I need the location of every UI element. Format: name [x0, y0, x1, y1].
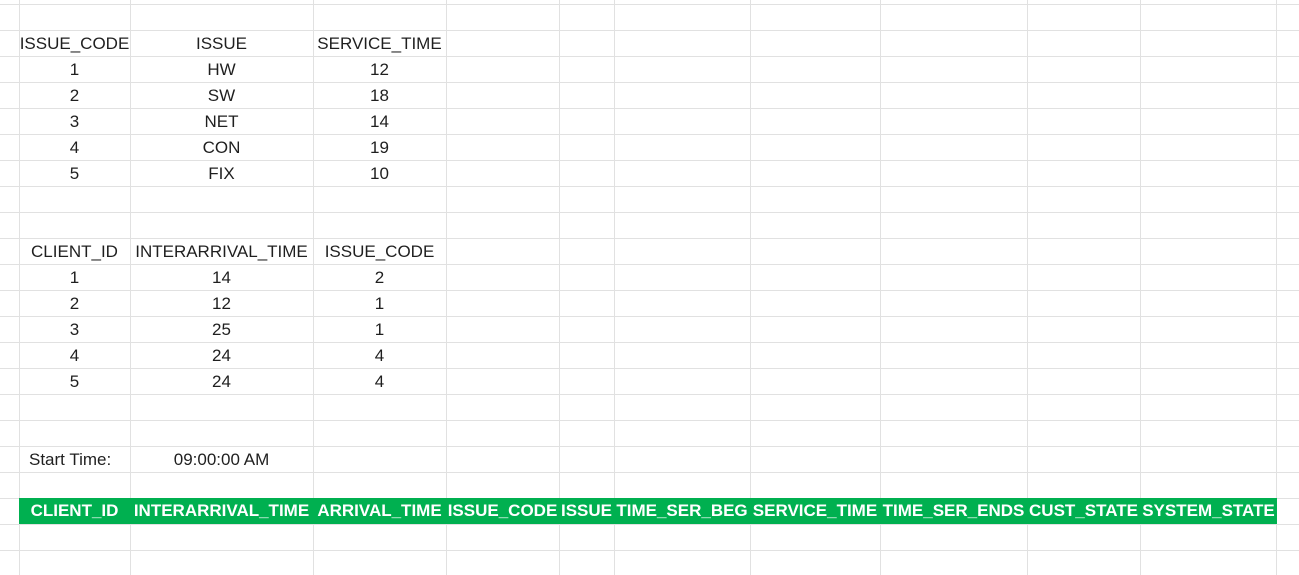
issue-table-cell[interactable]: 3 — [19, 109, 130, 135]
gridline — [0, 4, 1299, 5]
issue-table-cell[interactable]: 10 — [313, 161, 446, 187]
issue-table-cell[interactable]: 19 — [313, 135, 446, 161]
gridline — [614, 0, 615, 575]
client-table-cell[interactable]: 24 — [130, 343, 313, 369]
gridline — [750, 0, 751, 575]
client-table-cell[interactable]: 14 — [130, 265, 313, 291]
sim-header-time-ser-ends[interactable]: TIME_SER_ENDS — [880, 498, 1027, 524]
issue-table-cell[interactable]: 1 — [19, 57, 130, 83]
gridline — [1027, 0, 1028, 575]
sim-header-issue[interactable]: ISSUE — [559, 498, 614, 524]
issue-table-cell[interactable]: CON — [130, 135, 313, 161]
start-time-label[interactable]: Start Time: — [19, 447, 130, 473]
sim-header-interarrival-time[interactable]: INTERARRIVAL_TIME — [130, 498, 313, 524]
client-table-cell[interactable]: 4 — [313, 369, 446, 395]
issue-table-cell[interactable]: 12 — [313, 57, 446, 83]
sim-header-client-id[interactable]: CLIENT_ID — [19, 498, 130, 524]
issue-table-header-service-time[interactable]: SERVICE_TIME — [313, 31, 446, 57]
sim-header-cust-state[interactable]: CUST_STATE — [1027, 498, 1140, 524]
client-table-cell[interactable]: 12 — [130, 291, 313, 317]
gridline — [0, 524, 1299, 525]
sim-header-system-state[interactable]: SYSTEM_STATE — [1140, 498, 1277, 524]
issue-table-cell[interactable]: 2 — [19, 83, 130, 109]
issue-table-cell[interactable]: FIX — [130, 161, 313, 187]
issue-table-header-issue[interactable]: ISSUE — [130, 31, 313, 57]
issue-table-cell[interactable]: 4 — [19, 135, 130, 161]
gridline — [0, 550, 1299, 551]
client-table-cell[interactable]: 4 — [19, 343, 130, 369]
client-table-header-issue-code[interactable]: ISSUE_CODE — [313, 239, 446, 265]
client-table-cell[interactable]: 4 — [313, 343, 446, 369]
client-table-cell[interactable]: 24 — [130, 369, 313, 395]
gridline — [880, 0, 881, 575]
client-table-header-interarrival-time[interactable]: INTERARRIVAL_TIME — [130, 239, 313, 265]
client-table-cell[interactable]: 2 — [313, 265, 446, 291]
sim-header-time-ser-beg[interactable]: TIME_SER_BEG — [614, 498, 750, 524]
client-table-header-client-id[interactable]: CLIENT_ID — [19, 239, 130, 265]
client-table-cell[interactable]: 25 — [130, 317, 313, 343]
start-time-value[interactable]: 09:00:00 AM — [130, 447, 313, 473]
client-table-cell[interactable]: 2 — [19, 291, 130, 317]
spreadsheet-grid[interactable]: ISSUE_CODE ISSUE SERVICE_TIME 1 HW 12 2 … — [0, 0, 1299, 575]
client-table-cell[interactable]: 1 — [19, 265, 130, 291]
gridline — [1276, 0, 1277, 575]
gridline — [0, 420, 1299, 421]
issue-table-cell[interactable]: HW — [130, 57, 313, 83]
simulation-header-row: CLIENT_ID INTERARRIVAL_TIME ARRIVAL_TIME… — [19, 498, 1277, 524]
issue-table-header-issue-code[interactable]: ISSUE_CODE — [19, 31, 130, 57]
client-table-cell[interactable]: 1 — [313, 317, 446, 343]
gridline — [446, 0, 447, 575]
issue-table-cell[interactable]: 14 — [313, 109, 446, 135]
client-table-cell[interactable]: 1 — [313, 291, 446, 317]
issue-table-cell[interactable]: 5 — [19, 161, 130, 187]
sim-header-issue-code[interactable]: ISSUE_CODE — [446, 498, 559, 524]
sim-header-arrival-time[interactable]: ARRIVAL_TIME — [313, 498, 446, 524]
issue-table-cell[interactable]: SW — [130, 83, 313, 109]
issue-table-cell[interactable]: 18 — [313, 83, 446, 109]
sim-header-service-time[interactable]: SERVICE_TIME — [750, 498, 880, 524]
client-table-cell[interactable]: 5 — [19, 369, 130, 395]
client-table-cell[interactable]: 3 — [19, 317, 130, 343]
issue-table-cell[interactable]: NET — [130, 109, 313, 135]
gridline — [1140, 0, 1141, 575]
gridline — [0, 212, 1299, 213]
gridline — [559, 0, 560, 575]
